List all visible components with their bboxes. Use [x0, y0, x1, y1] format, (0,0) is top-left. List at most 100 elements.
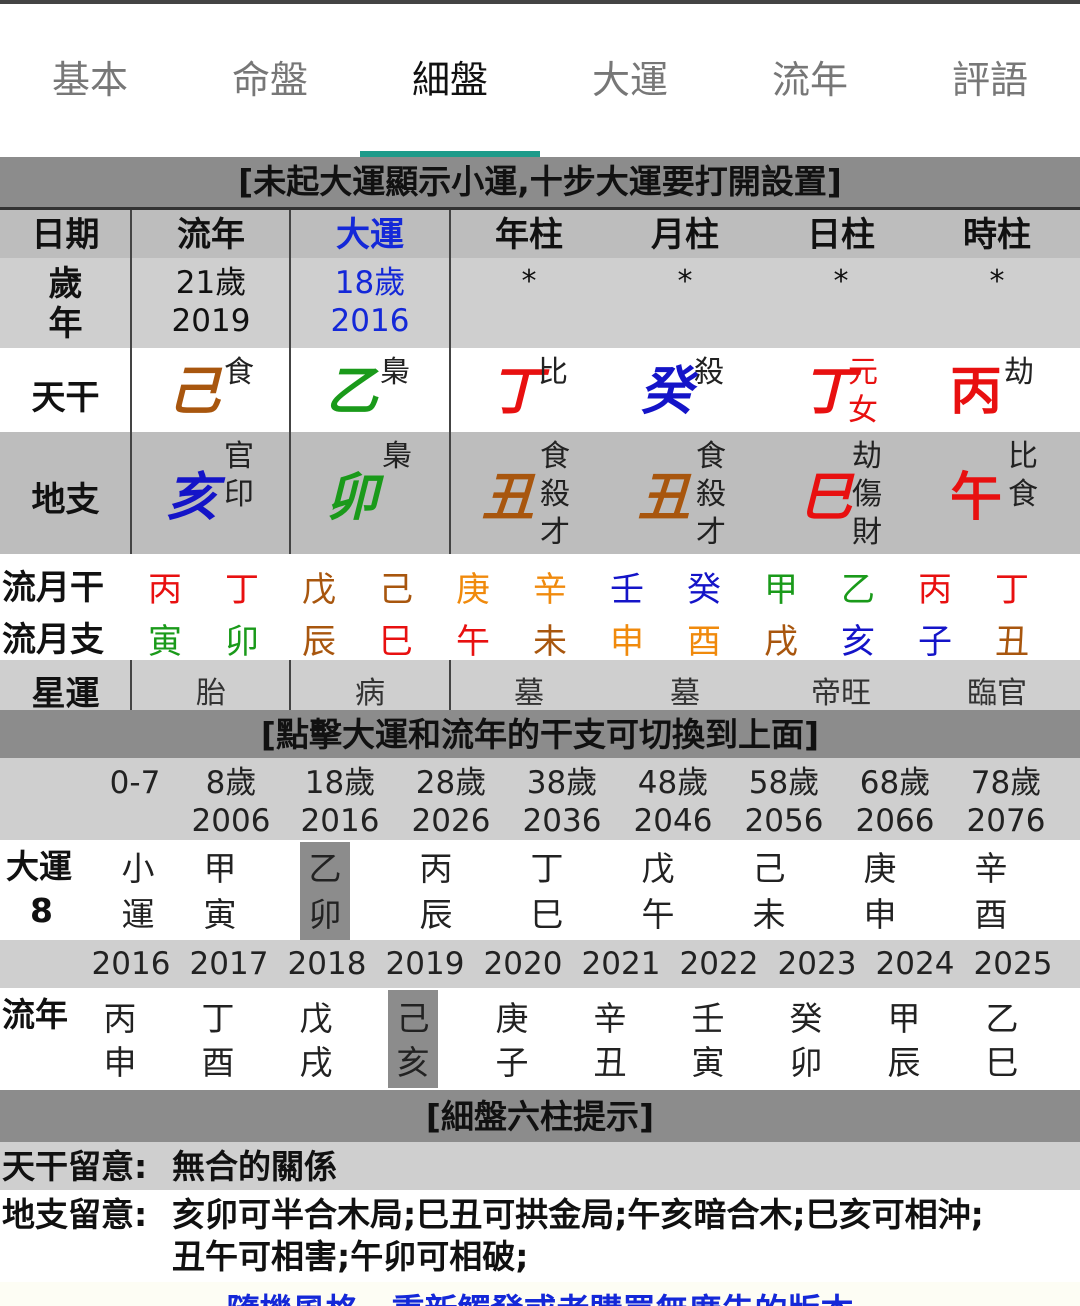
liunian-zhi-8[interactable]: 卯: [781, 1040, 831, 1086]
liunian-gan-4[interactable]: 己: [388, 996, 438, 1042]
liunian-zhi-1[interactable]: 申: [95, 1040, 145, 1086]
liunian-gan-9[interactable]: 甲: [879, 996, 929, 1042]
dayun-gan[interactable]: 乙: [326, 362, 378, 422]
liuyue-zhi-10: 亥: [841, 622, 875, 662]
xingyun-dayun: 病: [355, 676, 385, 711]
dayun-zhi-9[interactable]: 酉: [966, 892, 1016, 938]
liunian-gan-5[interactable]: 庚: [487, 996, 537, 1042]
tab-detail[interactable]: 細盤: [360, 4, 540, 157]
age-label-2: 年: [48, 304, 83, 344]
grid-line: [449, 210, 451, 554]
liunian-zhi-10[interactable]: 巳: [977, 1040, 1027, 1086]
dayun-age-3: 18歲: [304, 765, 376, 801]
liunian-zhi-4[interactable]: 亥: [388, 1040, 438, 1086]
grid-line: [289, 660, 291, 710]
liuyue-zhi-12: 丑: [995, 622, 1029, 662]
dayun-gan-7[interactable]: 己: [744, 846, 794, 892]
tab-basic[interactable]: 基本: [0, 4, 180, 157]
dayun-zhi-7[interactable]: 未: [744, 892, 794, 938]
dayun-zhi[interactable]: 卯: [326, 468, 378, 528]
day-zhi-note-3: 財: [852, 515, 882, 550]
dayun-gan-5[interactable]: 丁: [522, 846, 572, 892]
tab-comment[interactable]: 評語: [900, 4, 1080, 157]
banner-switch-hint: [點擊大運和流年的干支可切換到上面]: [0, 710, 1080, 758]
dayun-gan-3[interactable]: 乙: [300, 846, 350, 892]
liuyue-zhi-label: 流月支: [2, 620, 104, 660]
hour-zhi-note-2: 食: [1008, 477, 1038, 512]
tab-chart[interactable]: 命盤: [180, 4, 360, 157]
tab-bar: 基本 命盤 細盤 大運 流年 評語: [0, 4, 1080, 157]
xingyun-label: 星運: [31, 674, 100, 714]
grid-line: [449, 660, 451, 710]
liuyue-gan-8: 癸: [687, 570, 721, 610]
dayun-zhi-6[interactable]: 午: [633, 892, 683, 938]
liuyue-gan-12: 丁: [995, 570, 1029, 610]
dayun-age-2: 8歲: [205, 765, 257, 801]
liunian-zhi-note-2: 印: [224, 477, 254, 512]
hour-gan-note: 劫: [1004, 355, 1034, 390]
tab-dayun[interactable]: 大運: [540, 4, 720, 157]
liunian-gan-6[interactable]: 辛: [585, 996, 635, 1042]
tab-liunian[interactable]: 流年: [720, 4, 900, 157]
dayun-year: 2016: [330, 303, 410, 339]
header-year-pillar: 年柱: [495, 215, 563, 255]
liunian-ganzhi-row: 流年 丙 申 丁 酉 戊 戌 己 亥 庚 子 辛 丑 壬 寅 癸 卯 甲 辰 乙…: [0, 988, 1080, 1088]
dayun-age-9: 78歲: [970, 765, 1042, 801]
age-label-1: 歲: [48, 264, 83, 304]
liunian-zhi-6[interactable]: 丑: [585, 1040, 635, 1086]
liunian-years-row: 2016 2017 2018 2019 2020 2021 2022 2023 …: [0, 940, 1080, 988]
liunian-zhi-7[interactable]: 寅: [683, 1040, 733, 1086]
liuyue-gan-10: 乙: [841, 570, 875, 610]
dayun-zhi-5[interactable]: 巳: [522, 892, 572, 938]
liunian-gan-8[interactable]: 癸: [781, 996, 831, 1042]
liunian-zhi[interactable]: 亥: [166, 468, 218, 528]
liunian-year-5: 2020: [483, 946, 563, 982]
dayun-gan-8[interactable]: 庚: [855, 846, 905, 892]
dayun-gan-9[interactable]: 辛: [966, 846, 1016, 892]
liunian-gan-2[interactable]: 丁: [193, 996, 243, 1042]
tiangan-row: 天干 己 食 乙 梟 丁 比 癸 殺 丁 元 女 丙 劫: [0, 348, 1080, 432]
liunian-gan-10[interactable]: 乙: [977, 996, 1027, 1042]
header-liunian: 流年: [177, 215, 245, 255]
xingyun-liunian: 胎: [196, 676, 226, 711]
dayun-zhi-1[interactable]: 運: [113, 892, 163, 938]
liunian-gan[interactable]: 己: [168, 362, 220, 422]
liuyue-gan-11: 丙: [918, 570, 952, 610]
liunian-gan-1[interactable]: 丙: [95, 996, 145, 1042]
liuyue-zhi-2: 卯: [225, 622, 259, 662]
year-zhi-note-3: 才: [540, 515, 570, 550]
liuyue-gan-1: 丙: [148, 570, 182, 610]
liunian-gan-7[interactable]: 壬: [683, 996, 733, 1042]
liuyue-gan-7: 壬: [610, 570, 644, 610]
dayun-age-5: 38歲: [526, 765, 598, 801]
banner-detail-hint: [細盤六柱提示]: [0, 1090, 1080, 1142]
header-date: 日期: [31, 215, 100, 255]
dayun-zhi-8[interactable]: 申: [855, 892, 905, 938]
liunian-year-9: 2024: [875, 946, 955, 982]
grid-line: [289, 210, 291, 554]
liunian-zhi-9[interactable]: 辰: [879, 1040, 929, 1086]
day-zhi-note-1: 劫: [852, 439, 882, 474]
xingyun-hour: 臨官: [967, 676, 1027, 711]
dayun-gan-6[interactable]: 戊: [633, 846, 683, 892]
dayun-zhi-3[interactable]: 卯: [300, 892, 350, 938]
dizhi-row: 地支 亥 官 印 卯 梟 丑 食 殺 才 丑 食 殺 才 巳 劫 傷 財 午 比…: [0, 432, 1080, 554]
day-gan-note-2: 女: [848, 393, 878, 428]
liunian-zhi-5[interactable]: 子: [487, 1040, 537, 1086]
dayun-year-3: 2016: [300, 803, 380, 839]
dayun-zhi-4[interactable]: 辰: [411, 892, 461, 938]
liunian-gan-3[interactable]: 戊: [291, 996, 341, 1042]
dayun-gan-1[interactable]: 小: [113, 846, 163, 892]
liuyue-zhi-6: 未: [533, 622, 567, 662]
liunian-zhi-2[interactable]: 酉: [193, 1040, 243, 1086]
dayun-year-4: 2026: [411, 803, 491, 839]
xingyun-year: 墓: [514, 676, 544, 711]
day-pillar-star: *: [833, 264, 849, 299]
hint-dizhi-row: 地支留意: 亥卯可半合木局;巳丑可拱金局;午亥暗合木;巳亥可相沖; 丑午可相害;…: [0, 1190, 1080, 1282]
dayun-gan-2[interactable]: 甲: [195, 846, 245, 892]
day-gan: 丁: [802, 362, 855, 422]
dayun-gan-4[interactable]: 丙: [411, 846, 461, 892]
bottom-link[interactable]: 隨機風格，重新觸發或者購買無廣告的版本: [0, 1290, 1080, 1306]
dayun-zhi-2[interactable]: 寅: [195, 892, 245, 938]
liunian-zhi-3[interactable]: 戌: [291, 1040, 341, 1086]
